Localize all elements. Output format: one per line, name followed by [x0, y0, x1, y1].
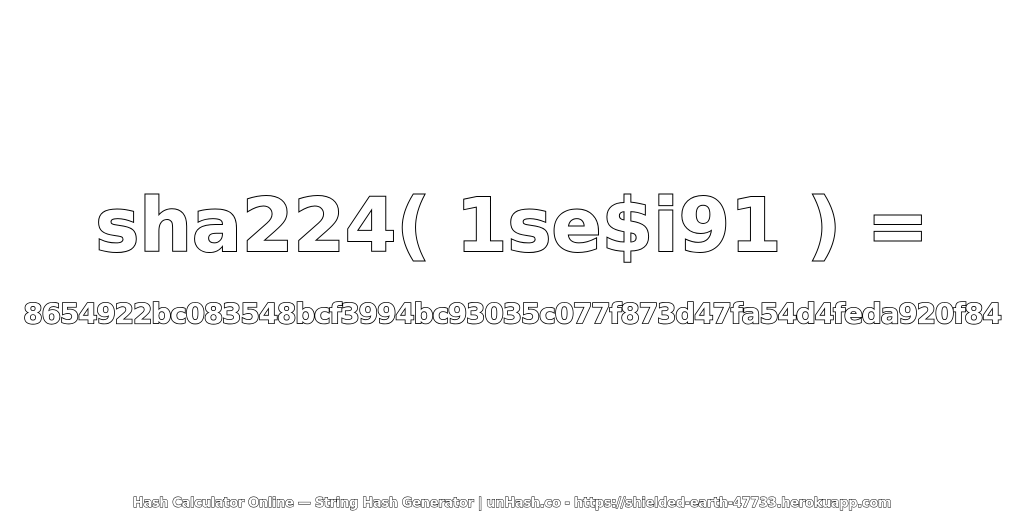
footer-caption: Hash Calculator Online — String Hash Gen… [132, 496, 892, 512]
hash-value: 8654922bc083548bcf3994bc93035c077f873d47… [22, 296, 1002, 331]
hash-expression: sha224( 1se$i91 ) = [94, 182, 930, 270]
